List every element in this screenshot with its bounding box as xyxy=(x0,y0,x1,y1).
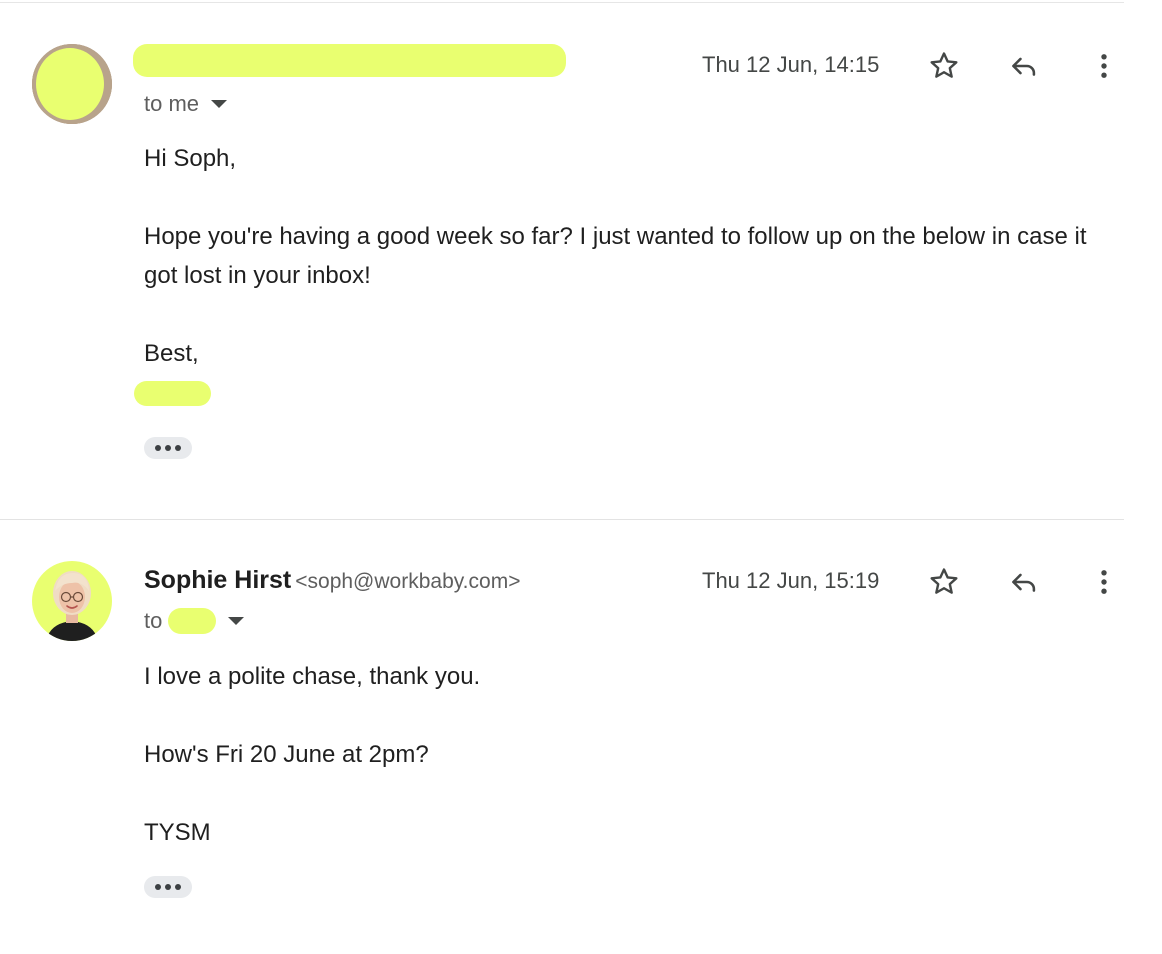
reply-icon xyxy=(1012,573,1036,592)
email-message-2[interactable]: Sophie Hirst <soph@workbaby.com> Thu 12 J… xyxy=(0,520,1162,954)
sender-email: <soph@workbaby.com> xyxy=(295,570,521,593)
show-trimmed-content-button[interactable] xyxy=(144,876,192,898)
redacted-sender xyxy=(133,44,566,77)
redacted-recipient xyxy=(168,608,217,634)
more-options-button[interactable] xyxy=(1084,562,1124,602)
email-message-1[interactable]: Thu 12 Jun, 14:15 to me Hi Soph, Hope yo… xyxy=(0,0,1162,519)
greeting: Hi Soph, xyxy=(144,145,237,172)
star-icon xyxy=(930,52,958,78)
show-trimmed-content-button[interactable] xyxy=(144,437,192,459)
message-body: I love a polite chase, thank you. How's … xyxy=(144,657,1104,852)
body-line: TYSM xyxy=(144,819,211,846)
star-button[interactable] xyxy=(924,46,964,86)
star-button[interactable] xyxy=(924,562,964,602)
recipient-label: to xyxy=(144,608,163,633)
sender-name[interactable]: Sophie Hirst <soph@workbaby.com> xyxy=(144,566,520,595)
reply-button[interactable] xyxy=(1004,46,1044,86)
signoff: Best, xyxy=(144,340,199,367)
message-date: Thu 12 Jun, 14:15 xyxy=(702,52,880,77)
redacted-signature xyxy=(134,381,211,406)
chevron-down-icon xyxy=(228,617,245,625)
body-paragraph: Hope you're having a good week so far? I… xyxy=(144,223,1087,289)
reply-icon xyxy=(1012,57,1036,76)
ellipsis-icon xyxy=(155,445,161,451)
reply-button[interactable] xyxy=(1004,562,1044,602)
more-vert-icon xyxy=(1101,570,1107,594)
star-icon xyxy=(930,568,958,594)
more-options-button[interactable] xyxy=(1084,46,1124,86)
more-vert-icon xyxy=(1101,54,1107,78)
sender-avatar[interactable] xyxy=(32,561,112,641)
recipient-details-toggle[interactable]: to xyxy=(144,608,245,634)
message-date: Thu 12 Jun, 15:19 xyxy=(702,568,880,593)
body-line: How's Fri 20 June at 2pm? xyxy=(144,741,429,768)
sender-avatar[interactable] xyxy=(32,44,112,124)
chevron-down-icon xyxy=(211,100,228,108)
recipient-details-toggle[interactable]: to me xyxy=(144,91,228,117)
recipient-label: to me xyxy=(144,91,200,116)
message-body: Hi Soph, Hope you're having a good week … xyxy=(144,139,1104,373)
body-line: I love a polite chase, thank you. xyxy=(144,663,481,690)
ellipsis-icon xyxy=(155,884,161,890)
